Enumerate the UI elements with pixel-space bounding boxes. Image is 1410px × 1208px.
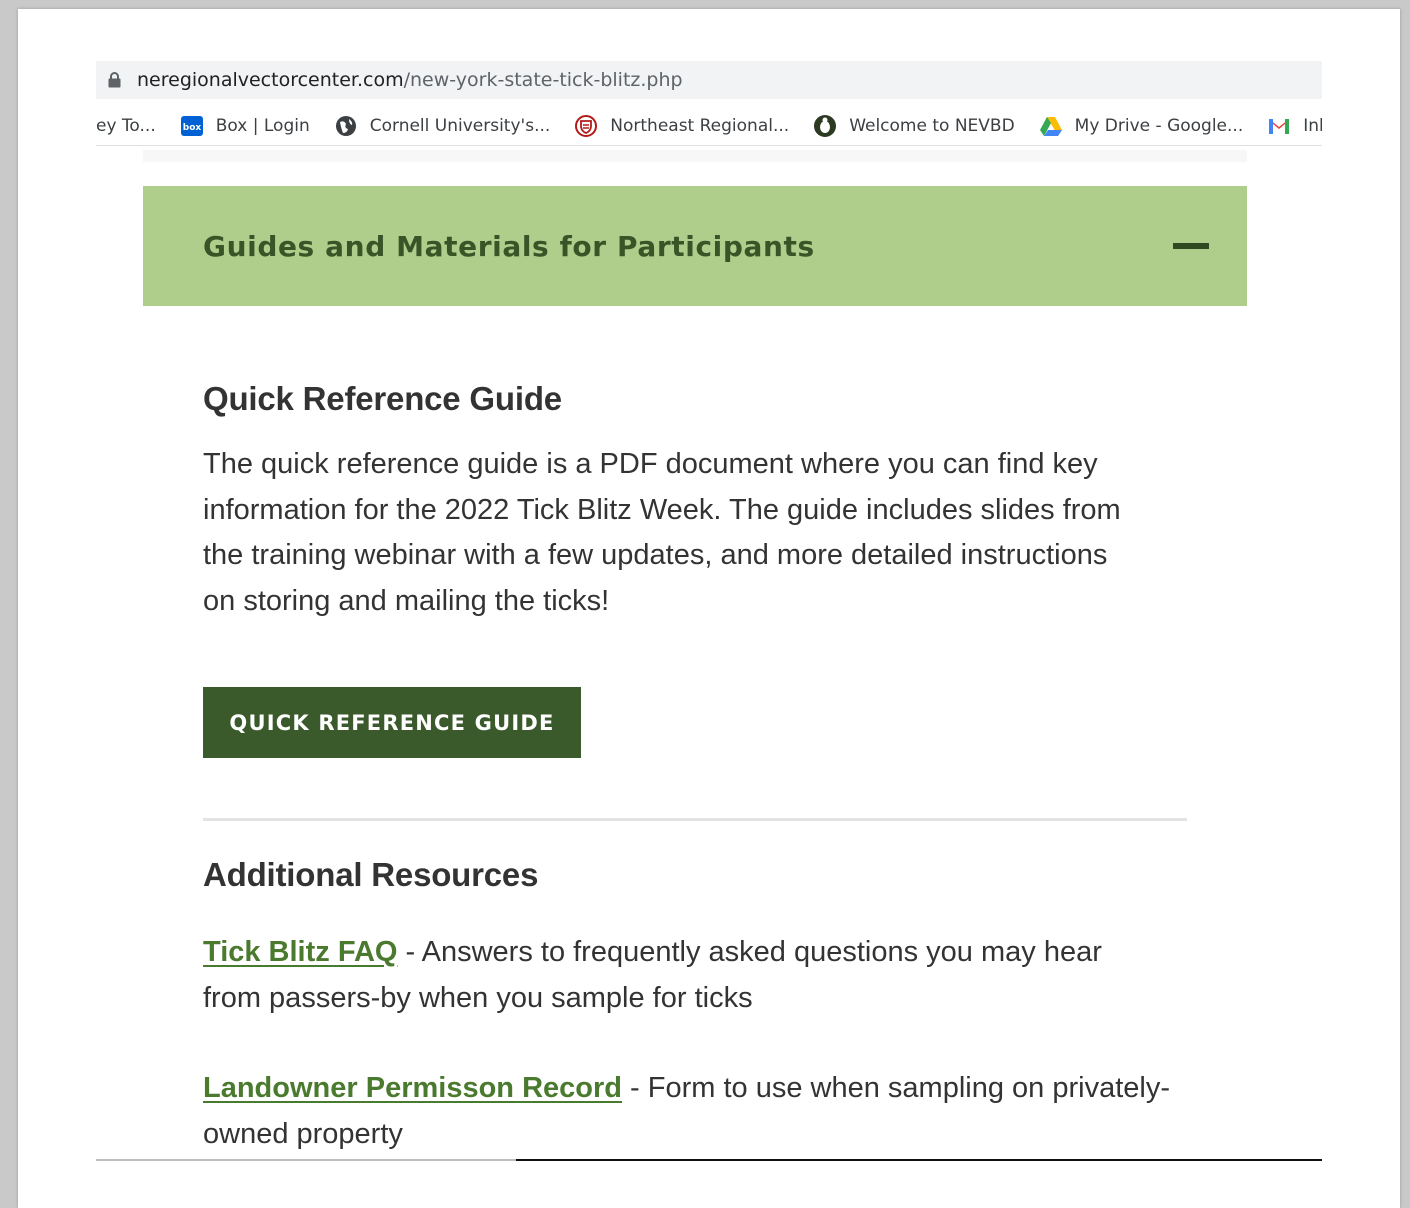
google-drive-icon xyxy=(1039,114,1063,138)
resource-description-cont: owned property xyxy=(203,1118,403,1150)
bookmark-item-drive[interactable]: My Drive - Google... xyxy=(1039,114,1244,138)
resource-item-faq: Tick Blitz FAQ - Answers to frequently a… xyxy=(203,929,1203,1021)
quick-reference-description: The quick reference guide is a PDF docum… xyxy=(203,442,1187,624)
tick-blitz-faq-link[interactable]: Tick Blitz FAQ xyxy=(203,936,397,968)
collapse-minus-icon[interactable] xyxy=(1173,243,1209,249)
globe-icon xyxy=(334,114,358,138)
bookmark-item-gmail[interactable]: Inbox - xyxy=(1267,114,1322,138)
bookmark-label: Box | Login xyxy=(215,115,310,136)
address-bar[interactable]: neregionalvectorcenter.com/new-york-stat… xyxy=(96,61,1322,99)
quick-reference-heading: Quick Reference Guide xyxy=(203,380,562,417)
accordion-header-guides[interactable]: Guides and Materials for Participants xyxy=(143,186,1247,306)
url-domain: neregionalvectorcenter.com xyxy=(137,69,404,91)
gmail-icon xyxy=(1267,114,1291,138)
bookmark-item-cornell[interactable]: Cornell University's... xyxy=(334,114,551,138)
url-path: /new-york-state-tick-blitz.php xyxy=(403,69,683,91)
bookmark-label: Cornell University's... xyxy=(369,115,551,136)
resource-item-landowner: Landowner Permisson Record - Form to use… xyxy=(203,1065,1203,1157)
horizontal-scrollbar[interactable] xyxy=(516,1159,1322,1161)
previous-section-edge xyxy=(143,150,1247,162)
bookmark-label: ey To... xyxy=(96,115,156,136)
bookmark-label: Inbox - xyxy=(1303,115,1322,136)
resource-description: - Form to use when sampling on privately… xyxy=(622,1072,1170,1104)
description-line: information for the 2022 Tick Blitz Week… xyxy=(203,493,1121,526)
resource-description-cont: from passers-by when you sample for tick… xyxy=(203,982,753,1014)
bookmark-item-nevbd[interactable]: Welcome to NEVBD xyxy=(813,114,1015,138)
tick-icon xyxy=(813,114,837,138)
resource-description: - Answers to frequently asked questions … xyxy=(397,936,1102,968)
bookmark-item[interactable]: ey To... xyxy=(96,116,156,136)
box-icon: box xyxy=(180,114,204,138)
quick-reference-guide-button[interactable]: QUICK REFERENCE GUIDE xyxy=(203,687,581,758)
landowner-permission-link[interactable]: Landowner Permisson Record xyxy=(203,1072,622,1104)
bookmark-label: My Drive - Google... xyxy=(1074,115,1244,136)
bookmark-label: Welcome to NEVBD xyxy=(849,115,1015,136)
accordion-title: Guides and Materials for Participants xyxy=(203,229,815,263)
bookmark-item-box[interactable]: box Box | Login xyxy=(180,114,310,138)
lock-icon xyxy=(108,72,121,88)
svg-text:box: box xyxy=(183,123,202,133)
section-divider xyxy=(203,818,1187,821)
description-line: on storing and mailing the ticks! xyxy=(203,584,610,617)
description-line: the training webinar with a few updates,… xyxy=(203,539,1108,571)
bookmark-label: Northeast Regional... xyxy=(610,115,790,136)
additional-resources-heading: Additional Resources xyxy=(203,856,539,893)
bookmarks-bar: ey To... box Box | Login Cornell Univers… xyxy=(96,106,1322,146)
quick-reference-section: Quick Reference Guide The quick referenc… xyxy=(203,380,1187,624)
bookmark-item-northeast[interactable]: Northeast Regional... xyxy=(574,114,789,138)
shield-icon xyxy=(574,114,598,138)
description-line: The quick reference guide is a PDF docum… xyxy=(203,448,1098,480)
